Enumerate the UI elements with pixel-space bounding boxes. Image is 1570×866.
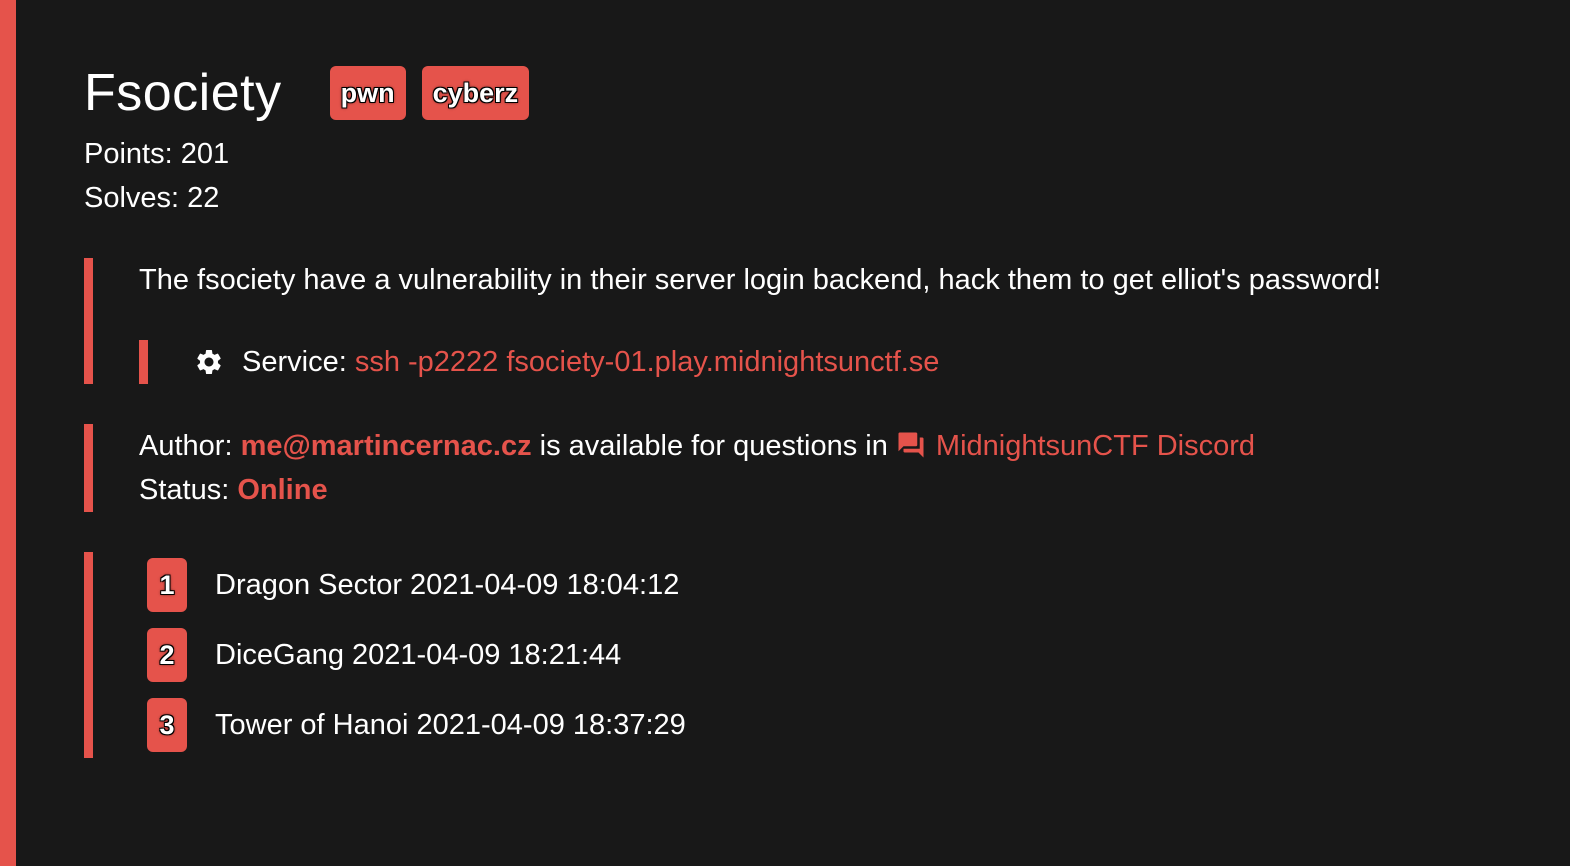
status-badge: Online [237, 474, 328, 506]
challenge-title: Fsociety [84, 64, 282, 122]
author-availability-text: is available for questions in [539, 430, 888, 462]
service-link[interactable]: ssh -p2222 fsociety-01.play.midnightsunc… [355, 346, 940, 379]
solve-entry-text: Dragon Sector 2021-04-09 18:04:12 [215, 568, 680, 601]
challenge-description: The fsociety have a vulnerability in the… [139, 264, 1381, 296]
author-block: Author: me@martincernac.cz is available … [84, 424, 1524, 512]
status-label: Status: [139, 474, 230, 506]
challenge-details: Fsociety pwn cyberz Points: 201 Solves: … [84, 62, 1524, 758]
list-item: 2 DiceGang 2021-04-09 18:21:44 [139, 628, 1524, 682]
solve-entry-text: DiceGang 2021-04-09 18:21:44 [215, 638, 622, 671]
tag-cyberz[interactable]: cyberz [421, 66, 530, 120]
author-line: Author: me@martincernac.cz is available … [139, 424, 1524, 468]
service-label: Service: [242, 345, 347, 378]
rank-badge: 1 [147, 558, 187, 612]
discord-link[interactable]: MidnightsunCTF Discord [896, 430, 1255, 462]
rank-badge: 3 [147, 698, 187, 752]
title-row: Fsociety pwn cyberz [84, 62, 1524, 124]
status-line: Status: Online [139, 468, 1524, 512]
description-block: The fsociety have a vulnerability in the… [84, 258, 1524, 384]
gear-icon [197, 350, 221, 374]
discord-link-label: MidnightsunCTF Discord [935, 430, 1256, 462]
author-label: Author: [139, 430, 233, 462]
tag-pwn[interactable]: pwn [329, 66, 406, 120]
service-block: Service: ssh -p2222 fsociety-01.play.mid… [139, 340, 1524, 384]
points-label: Points: 201 [84, 138, 230, 170]
left-accent-bar [0, 0, 16, 866]
solves-list: 1 Dragon Sector 2021-04-09 18:04:12 2 Di… [84, 552, 1524, 758]
solve-entry-text: Tower of Hanoi 2021-04-09 18:37:29 [215, 708, 686, 741]
challenge-page: Fsociety pwn cyberz Points: 201 Solves: … [0, 0, 1570, 866]
chat-bubbles-icon [898, 432, 924, 458]
solves-count-label: Solves: 22 [84, 182, 220, 214]
list-item: 1 Dragon Sector 2021-04-09 18:04:12 [139, 558, 1524, 612]
list-item: 3 Tower of Hanoi 2021-04-09 18:37:29 [139, 698, 1524, 752]
challenge-stats: Points: 201 Solves: 22 [84, 132, 1524, 220]
rank-badge: 2 [147, 628, 187, 682]
author-email-link[interactable]: me@martincernac.cz [241, 430, 532, 462]
